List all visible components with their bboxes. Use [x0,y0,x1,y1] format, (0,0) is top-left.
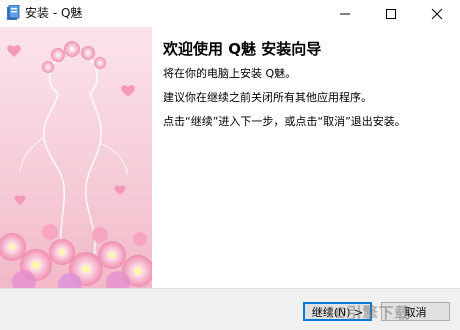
install-target-text: 将在你的电脑上安装 Q魅。 [163,67,297,80]
close-button[interactable] [414,0,460,27]
title-bar: 安装 - Q魅 [0,0,460,27]
installer-app-icon [7,5,20,20]
next-or-cancel-instructions: 点击“继续”进入下一步，或点击“取消”退出安装。 [163,115,406,128]
cancel-button[interactable]: 取消 [381,302,450,321]
minimize-button[interactable] [322,0,368,27]
close-apps-advice-text: 建议你在继续之前关闭所有其他应用程序。 [163,91,372,104]
maximize-button[interactable] [368,0,414,27]
next-button[interactable]: 继续(N) > [303,302,372,321]
wizard-side-artwork [0,27,152,288]
close-icon [431,8,443,20]
window-title: 安装 - Q魅 [25,6,83,20]
minimize-icon [340,13,350,15]
maximize-icon [386,9,396,19]
wizard-heading: 欢迎使用 Q魅 安装向导 [163,40,322,58]
